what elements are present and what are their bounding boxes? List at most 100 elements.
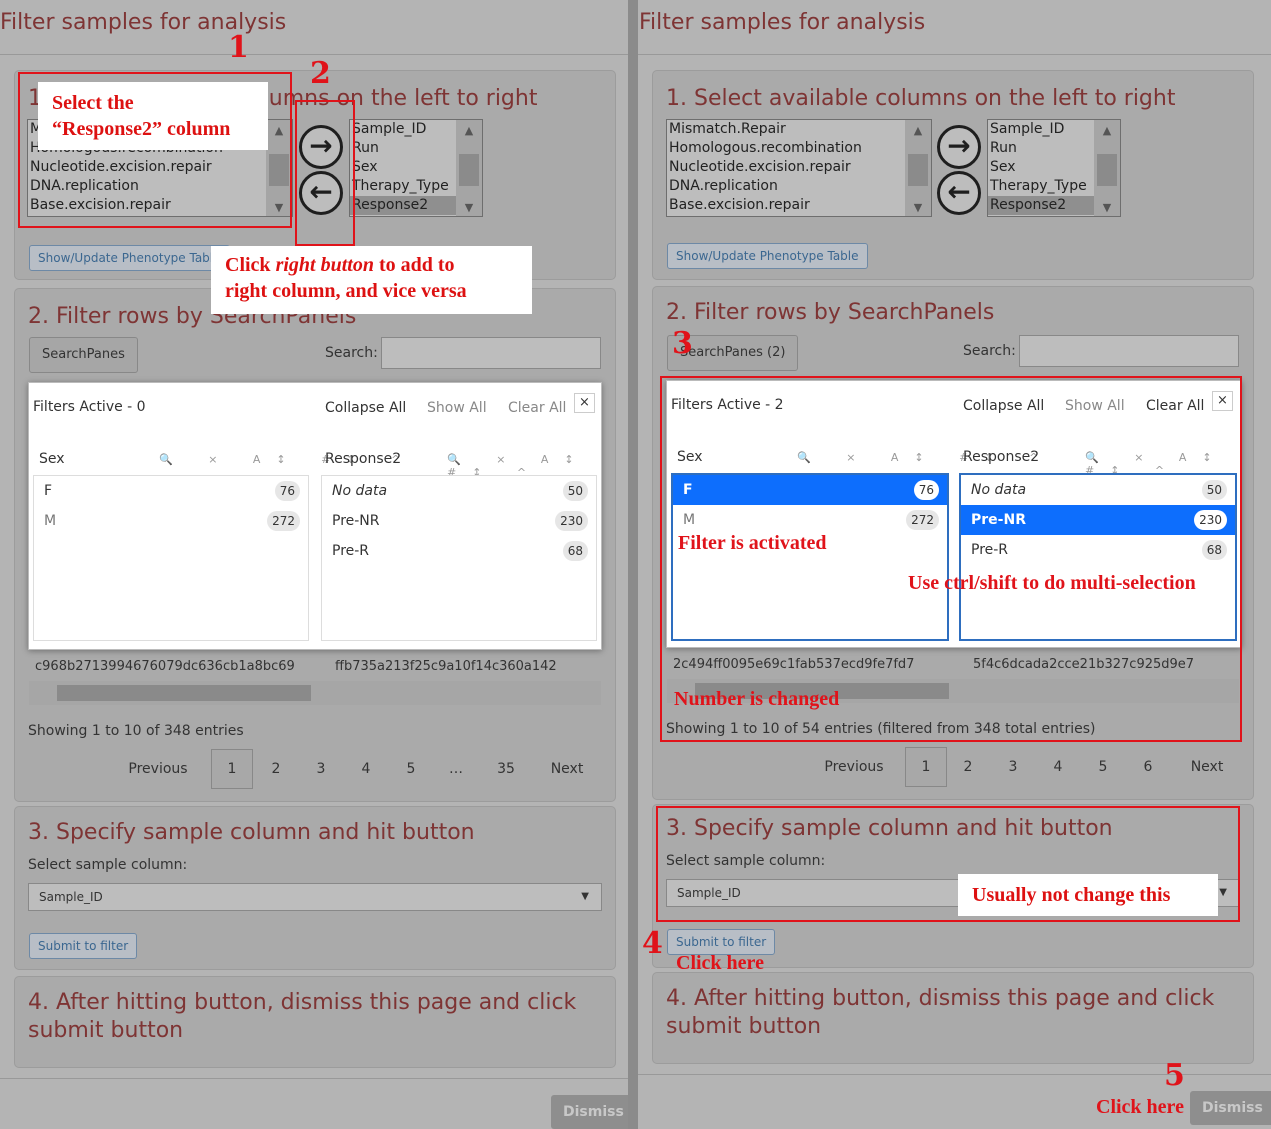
dismiss-button[interactable]: Dismiss: [1190, 1091, 1271, 1125]
pagination-page[interactable]: 2: [953, 757, 983, 777]
scroll-thumb[interactable]: [1097, 154, 1117, 186]
add-column-button[interactable]: →: [937, 125, 981, 169]
pagination-page[interactable]: 5: [396, 759, 426, 779]
page-title: Filter samples for analysis: [639, 10, 926, 35]
annotation-usually-not-change: Usually not change this: [958, 874, 1218, 916]
table-hscrollbar[interactable]: [29, 681, 601, 705]
scroll-thumb[interactable]: [908, 154, 928, 186]
annotation-click-here-dismiss: Click here: [1096, 1096, 1184, 1118]
header-divider: [638, 54, 1271, 55]
section-dismiss-instructions: 4. After hitting button, dismiss this pa…: [652, 972, 1254, 1064]
table-info: Showing 1 to 10 of 348 entries: [28, 723, 244, 739]
count-badge: 230: [555, 511, 588, 531]
show-all-button[interactable]: Show All: [427, 400, 487, 416]
pagination-previous[interactable]: Previous: [123, 759, 193, 779]
pane-title-response2: Response2: [325, 451, 402, 467]
scroll-down-icon[interactable]: ▼: [905, 201, 931, 214]
table-cell: c968b2713994676079dc636cb1a8bc69: [35, 659, 295, 674]
annotation-text: right button: [275, 254, 374, 276]
chevron-down-icon: ▼: [581, 891, 589, 902]
pagination-page[interactable]: 35: [489, 759, 523, 779]
pagination-page[interactable]: 4: [1043, 757, 1073, 777]
search-input[interactable]: [381, 337, 601, 369]
selected-columns-list[interactable]: Sample_ID Run Sex Therapy_Type Response2…: [987, 119, 1121, 217]
annotation-filter-activated: Filter is activated: [678, 532, 827, 554]
pane-row[interactable]: Pre-NR 230: [322, 506, 596, 536]
show-phenotype-table-button[interactable]: Show/Update Phenotype Table: [29, 245, 230, 271]
sample-column-select[interactable]: Sample_ID ▼: [28, 883, 602, 911]
pagination-page[interactable]: 4: [351, 759, 381, 779]
table-cell: ffb735a213f25c9a10f14c360a142: [335, 659, 557, 674]
scroll-up-icon[interactable]: ▲: [1094, 124, 1120, 137]
pagination-page[interactable]: 3: [306, 759, 336, 779]
pane-sex: F 76 M 272: [33, 475, 309, 641]
list-item[interactable]: Nucleotide.excision.repair: [667, 158, 931, 177]
count-badge: 50: [562, 481, 588, 501]
pane-row[interactable]: No data 50: [322, 476, 596, 506]
pane-row-label: Pre-NR: [332, 513, 380, 529]
pagination-next[interactable]: Next: [1183, 757, 1231, 777]
count-badge: 272: [267, 511, 300, 531]
searchpanes-popup: Filters Active - 0 Collapse All Show All…: [28, 382, 602, 650]
count-badge: 76: [274, 481, 300, 501]
list-scrollbar[interactable]: ▲ ▼: [456, 120, 482, 216]
dismiss-button[interactable]: Dismiss: [551, 1095, 628, 1129]
pagination-ellipsis: …: [449, 761, 463, 777]
available-columns-list[interactable]: Mismatch.Repair Homologous.recombination…: [666, 119, 932, 217]
pagination-page-current[interactable]: 1: [905, 747, 947, 787]
annotation-click-here-submit: Click here: [676, 952, 764, 974]
pane-row-label: No data: [332, 483, 388, 499]
list-scrollbar[interactable]: ▲ ▼: [1094, 120, 1120, 216]
list-item[interactable]: Homologous.recombination: [667, 139, 931, 158]
annotation-line: “Response2” column: [52, 118, 231, 140]
annotation-number-4: 4: [642, 926, 663, 961]
search-label: Search:: [963, 343, 1016, 359]
annotation-box-2: [295, 100, 355, 246]
pane-title-sex: Sex: [39, 451, 65, 467]
close-icon[interactable]: ×: [574, 393, 595, 413]
annotation-text: Click: [225, 254, 276, 276]
annotation-select-response2: Select the “Response2” column: [38, 82, 268, 150]
scroll-up-icon[interactable]: ▲: [905, 124, 931, 137]
annotation-line: Select the: [52, 92, 134, 114]
pagination-previous[interactable]: Previous: [819, 757, 889, 777]
list-item[interactable]: DNA.replication: [667, 177, 931, 196]
section4-title: 4. After hitting button, dismiss this pa…: [28, 990, 577, 1043]
pagination-page[interactable]: 6: [1133, 757, 1163, 777]
list-scrollbar[interactable]: ▲ ▼: [905, 120, 931, 216]
clear-all-button[interactable]: Clear All: [508, 400, 566, 416]
pagination-page[interactable]: 3: [998, 757, 1028, 777]
section-select-columns: 1. Select available columns on the left …: [652, 70, 1254, 280]
scroll-down-icon[interactable]: ▼: [1094, 201, 1120, 214]
annotation-number-changed: Number is changed: [674, 688, 840, 710]
collapse-all-button[interactable]: Collapse All: [325, 400, 406, 416]
annotation-number-2: 2: [310, 56, 331, 91]
remove-column-button[interactable]: ←: [937, 171, 981, 215]
pagination-page[interactable]: 5: [1088, 757, 1118, 777]
annotation-line: Click right button to add to: [225, 252, 518, 278]
list-item[interactable]: Base.excision.repair: [667, 196, 931, 215]
section3-title: 3. Specify sample column and hit button: [28, 820, 475, 845]
annotation-multi-selection: Use ctrl/shift to do multi-selection: [908, 572, 1196, 594]
scroll-thumb[interactable]: [459, 154, 479, 186]
annotation-line: right column, and vice versa: [225, 280, 467, 302]
pagination-next[interactable]: Next: [543, 759, 591, 779]
pane-row[interactable]: F 76: [34, 476, 308, 506]
pane-row-label: F: [44, 483, 53, 499]
scroll-up-icon[interactable]: ▲: [456, 124, 482, 137]
submit-filter-button[interactable]: Submit to filter: [29, 933, 138, 959]
pagination-page[interactable]: 2: [261, 759, 291, 779]
hscroll-thumb[interactable]: [57, 685, 311, 701]
selected-columns-list[interactable]: Sample_ID Run Sex Therapy_Type Response2…: [349, 119, 483, 217]
pane-row[interactable]: Pre-R 68: [322, 536, 596, 566]
section4-title: 4. After hitting button, dismiss this pa…: [666, 986, 1215, 1039]
pane-row[interactable]: M 272: [34, 506, 308, 536]
scroll-down-icon[interactable]: ▼: [456, 201, 482, 214]
search-input[interactable]: [1019, 335, 1239, 367]
list-item[interactable]: Mismatch.Repair: [667, 120, 931, 139]
annotation-number-3: 3: [672, 326, 693, 361]
pagination-page-current[interactable]: 1: [211, 749, 253, 789]
searchpanes-button[interactable]: SearchPanes: [29, 337, 138, 373]
section2-title: 2. Filter rows by SearchPanels: [666, 300, 995, 325]
show-phenotype-table-button[interactable]: Show/Update Phenotype Table: [667, 243, 868, 269]
